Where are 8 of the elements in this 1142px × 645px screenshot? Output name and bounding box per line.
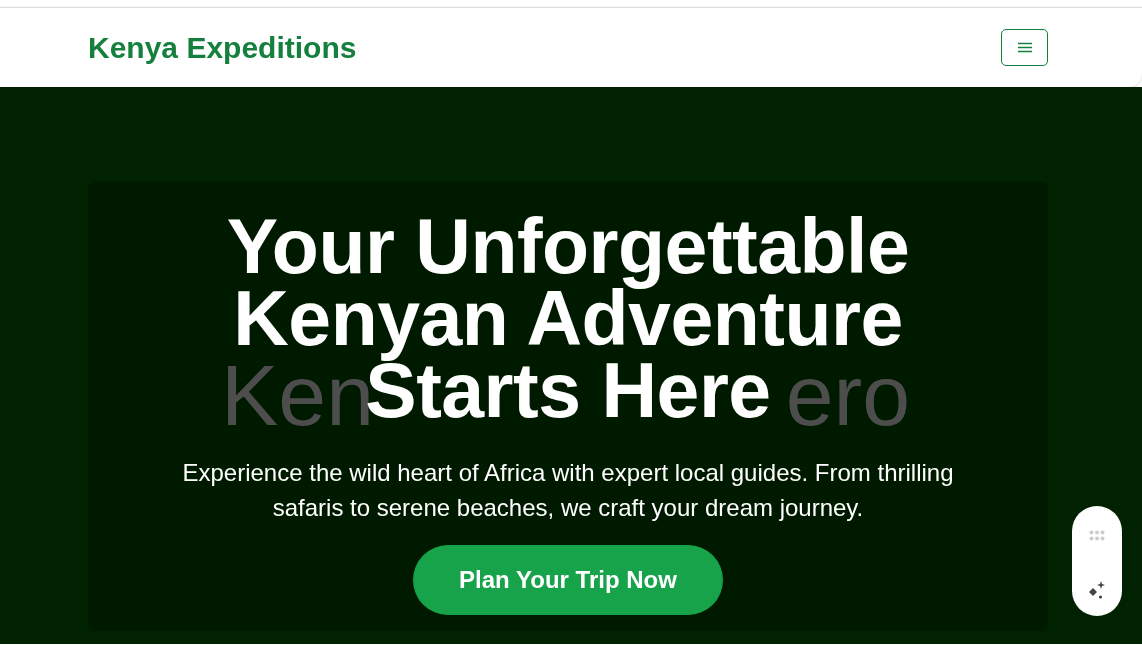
plan-trip-button[interactable]: Plan Your Trip Now: [413, 545, 723, 615]
drag-handle-icon[interactable]: [1089, 530, 1105, 541]
menu-icon: [1016, 42, 1033, 53]
hero-text: Experience the wild heart of Africa with expert local guides. From thrilling safaris to serene beaches, we craft your dream journey.: [181, 458, 955, 523]
site-brand[interactable]: Kenya Expeditions: [88, 30, 357, 65]
image-alt-text: ero: [785, 352, 910, 438]
menu-button[interactable]: [1001, 29, 1048, 66]
sparkle-icon[interactable]: [1087, 580, 1107, 600]
